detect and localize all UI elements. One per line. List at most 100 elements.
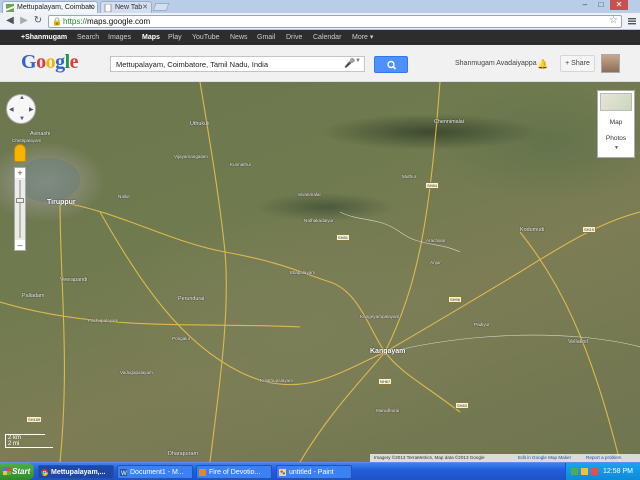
place-tiruppur[interactable]: Tiruppur [47, 199, 76, 207]
place-sivanmalai[interactable]: Sivanmalai [298, 192, 320, 197]
place-kunnathur[interactable]: Kunnathur [230, 162, 251, 167]
layers-control[interactable]: Map Photos ▼ [597, 90, 635, 158]
share-button[interactable]: + Share [560, 55, 595, 72]
place-anjur[interactable]: Anjur [430, 260, 441, 265]
place-kodumudi[interactable]: Kodumudi [520, 227, 544, 233]
security-icon[interactable] [591, 468, 598, 475]
place-muthur[interactable]: Muthur [402, 174, 416, 179]
map-thumbnail[interactable] [600, 93, 632, 111]
pan-control[interactable]: ▲ ▼ ◀ ▶ [6, 94, 36, 124]
start-button[interactable]: Start [0, 463, 34, 480]
lock-icon: 🔒 [52, 17, 62, 26]
gbar-calendar-link[interactable]: Calendar [313, 30, 341, 45]
place-vellakoil[interactable]: Vellakoil [568, 339, 588, 345]
search-button[interactable] [374, 56, 408, 73]
clock: 12:58 PM [603, 468, 633, 475]
photos-layer-label[interactable]: Photos [598, 135, 634, 142]
gbar-search-link[interactable]: Search [77, 30, 99, 45]
gbar-maps-link[interactable]: Maps [142, 30, 160, 45]
zoom-slider-track[interactable] [19, 180, 21, 238]
pan-up-icon[interactable]: ▲ [19, 95, 25, 101]
gbar-news-link[interactable]: News [230, 30, 248, 45]
place-pachapalayam[interactable]: Pachapalayam [88, 318, 118, 323]
google-bar: +Shanmugam Search Images Maps Play YouTu… [0, 30, 640, 45]
place-vijayamangalam[interactable]: Vijayamangalam [174, 154, 208, 159]
google-logo[interactable]: Google [21, 51, 79, 74]
place-chennimalai[interactable]: Chennimalai [434, 119, 464, 125]
network-icon[interactable] [571, 468, 578, 475]
address-bar[interactable]: 🔒 https://maps.google.com ☆ [48, 15, 622, 28]
address-scheme: https:// [63, 17, 88, 26]
place-veerapandi[interactable]: Veerapandi [60, 277, 87, 283]
pegman-icon[interactable] [14, 144, 26, 162]
road-shield: SH83 [455, 402, 470, 409]
forward-icon[interactable]: ▶ [18, 15, 30, 27]
place-kangayam[interactable]: Kangayam [370, 348, 405, 356]
taskbar-button-label: Mettupalayam,... [51, 469, 106, 476]
search-input[interactable]: Mettupalayam, Coimbatore, Tamil Nadu, In… [110, 56, 365, 72]
place-palladam[interactable]: Palladam [22, 293, 44, 299]
user-name[interactable]: Shanmugam Avadaiyappa [455, 57, 537, 71]
place-chettipalayam[interactable]: Chettipalayam [12, 138, 41, 143]
place-perundurai[interactable]: Perundurai [178, 296, 204, 302]
pan-down-icon[interactable]: ▼ [19, 116, 25, 122]
scale-metric: 2 km [5, 434, 45, 441]
edit-map-maker-link[interactable]: Edit in Google Map Maker [518, 454, 571, 462]
chevron-down-icon[interactable]: ▼ [355, 58, 361, 64]
pan-left-icon[interactable]: ◀ [9, 106, 14, 113]
zoom-out-icon[interactable]: – [15, 240, 25, 250]
place-nallur[interactable]: Nallur [118, 194, 130, 199]
place-dharapuram[interactable]: Dharapuram [168, 451, 198, 457]
place-kolathupalayam[interactable]: Kolathupalayam [260, 378, 293, 383]
avatar[interactable] [601, 54, 620, 73]
place-marudhurai[interactable]: Marudhurai [376, 408, 399, 413]
microphone-icon[interactable]: 🎤 [344, 58, 355, 69]
place-pongalur[interactable]: Pongalur [172, 336, 190, 341]
gbar-more-link[interactable]: More ▾ [352, 30, 373, 45]
taskbar-fire-button[interactable]: Fire of Devotio... [196, 465, 272, 479]
taskbar-chrome-button[interactable]: Mettupalayam,... [38, 465, 114, 479]
search-icon [387, 60, 397, 70]
reload-icon[interactable]: ↻ [32, 15, 44, 27]
notification-bell-icon[interactable]: 🔔 [537, 59, 548, 70]
tab-close-icon[interactable]: ✕ [142, 2, 148, 13]
zoom-slider-thumb[interactable] [16, 198, 24, 203]
tab-close-icon[interactable]: ✕ [88, 2, 94, 13]
back-icon[interactable]: ◀ [4, 15, 16, 27]
maximize-icon[interactable]: □ [594, 0, 608, 10]
pan-right-icon[interactable]: ▶ [29, 106, 34, 113]
satellite-map[interactable]: Tiruppur Kangayam Perundurai Vellakoil C… [0, 82, 640, 462]
imagery-credit: Imagery ©2013 TerraMetrics, Map data ©20… [374, 455, 485, 460]
place-nathakadaiyur[interactable]: Nathakadaiyur [304, 218, 334, 223]
gbar-drive-link[interactable]: Drive [286, 30, 302, 45]
gbar-images-link[interactable]: Images [108, 30, 131, 45]
search-query: Mettupalayam, Coimbatore, Tamil Nadu, In… [116, 60, 269, 69]
place-padiyur[interactable]: Padiyur [474, 322, 490, 327]
gbar-youtube-link[interactable]: YouTube [192, 30, 220, 45]
paint-icon [279, 469, 286, 476]
place-avinashi[interactable]: Avinashi [30, 131, 50, 137]
taskbar-word-button[interactable]: W Document1 - M... [117, 465, 193, 479]
place-uthukuli[interactable]: Uthukuli [190, 121, 209, 127]
bookmark-star-icon[interactable]: ☆ [609, 15, 618, 26]
place-kangeyampalayam[interactable]: Kangeyampalayam [360, 314, 399, 319]
close-window-icon[interactable]: ✕ [610, 0, 628, 10]
report-problem-link[interactable]: Report a problem [586, 454, 622, 462]
taskbar-paint-button[interactable]: untitled - Paint [276, 465, 352, 479]
place-vadugapalayam[interactable]: Vadugapalayam [120, 370, 153, 375]
gbar-profile-link[interactable]: +Shanmugam [21, 30, 67, 45]
place-arachalur[interactable]: Arachalur [426, 238, 446, 243]
wrench-menu-icon[interactable] [627, 16, 637, 26]
gbar-play-link[interactable]: Play [168, 30, 182, 45]
map-layer-label[interactable]: Map [598, 119, 634, 126]
new-tab-button[interactable] [152, 3, 170, 11]
chevron-down-icon[interactable]: ▼ [614, 145, 619, 151]
gbar-gmail-link[interactable]: Gmail [257, 30, 275, 45]
zoom-control[interactable]: + – [14, 167, 26, 251]
minimize-icon[interactable]: – [578, 0, 592, 10]
tab-maps[interactable]: Mettupalayam, Coimbato ✕ [2, 1, 98, 13]
place-ellapalayam[interactable]: Ellapalayam [290, 270, 315, 275]
tab-new-tab[interactable]: New Tab ✕ [100, 1, 152, 13]
volume-icon[interactable] [581, 468, 588, 475]
zoom-in-icon[interactable]: + [15, 168, 25, 178]
